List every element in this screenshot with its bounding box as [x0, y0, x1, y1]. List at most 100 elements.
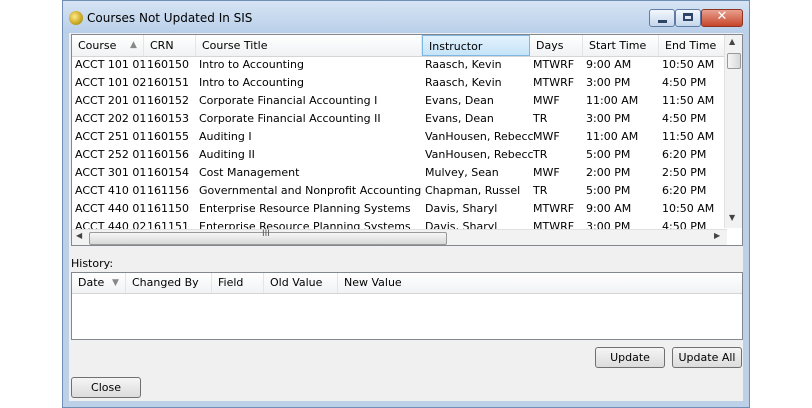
column-header-course[interactable]: Course ▲ [72, 35, 144, 56]
history-grid[interactable]: Date ▼ Changed By Field Old Value New Va… [71, 272, 743, 340]
column-header-instructor[interactable]: Instructor [422, 35, 530, 56]
horizontal-scrollbar[interactable]: ◀ III ▶ [72, 229, 727, 245]
cell-instructor: Evans, Dean [425, 94, 494, 107]
close-window-button[interactable]: ✕ [701, 9, 743, 27]
cell-days: MTWRF [533, 76, 575, 89]
history-label: History: [71, 257, 114, 270]
update-button[interactable]: Update [595, 347, 665, 368]
cell-course-title: Governmental and Nonprofit Accounting [199, 184, 422, 197]
cell-start-time: 5:00 PM [586, 148, 631, 161]
table-row[interactable]: ACCT 201 01 160152 Corporate Financial Acc… [72, 92, 732, 110]
cell-course: ACCT 252 01 [75, 148, 147, 161]
column-header-days[interactable]: Days [530, 35, 583, 56]
column-header-label: CRN [150, 39, 174, 52]
cell-days: MTWRF [533, 58, 575, 71]
cell-instructor: VanHousen, Rebecca [425, 148, 533, 161]
history-column-field[interactable]: Field [212, 273, 264, 293]
vertical-scroll-thumb[interactable] [727, 53, 741, 69]
column-header-end-time[interactable]: End Time [659, 35, 732, 56]
column-header-label: New Value [344, 276, 402, 289]
table-row[interactable]: ACCT 202 01 160153 Corporate Financial Acc… [72, 110, 732, 128]
table-row[interactable]: ACCT 252 01 160156 Auditing II VanHousen, R… [72, 146, 732, 164]
cell-course: ACCT 251 01 [75, 130, 147, 143]
cell-course: ACCT 202 01 [75, 112, 147, 125]
column-header-start-time[interactable]: Start Time [583, 35, 659, 56]
scroll-grip-icon: III [262, 229, 270, 239]
history-column-date[interactable]: Date ▼ [72, 273, 126, 293]
horizontal-scroll-thumb[interactable]: III [89, 229, 447, 245]
minimize-icon [658, 20, 667, 23]
table-row[interactable]: ACCT 410 01 161156 Governmental and Nonpro… [72, 182, 732, 200]
cell-course-title: Auditing I [199, 130, 252, 143]
column-header-crn[interactable]: CRN [144, 35, 196, 56]
cell-crn: 160151 [147, 76, 189, 89]
table-row[interactable]: ACCT 101 02 160151 Intro to Accounting Raas… [72, 74, 732, 92]
cell-crn: 160155 [147, 130, 189, 143]
cell-instructor: Evans, Dean [425, 112, 494, 125]
courses-grid[interactable]: Course ▲ CRN Course Title Instructor Day… [71, 34, 743, 246]
cell-course: ACCT 301 01 [75, 166, 147, 179]
table-row[interactable]: ACCT 440 01 161150 Enterprise Resource Pla… [72, 200, 732, 218]
cell-course-title: Corporate Financial Accounting I [199, 94, 378, 107]
window-title: Courses Not Updated In SIS [87, 11, 253, 25]
column-header-label: Old Value [270, 276, 323, 289]
app-icon [69, 11, 83, 25]
column-header-course-title[interactable]: Course Title [196, 35, 422, 56]
cell-crn: 160156 [147, 148, 189, 161]
table-row[interactable]: ACCT 251 01 160155 Auditing I VanHousen, Re… [72, 128, 732, 146]
cell-start-time: 3:00 PM [586, 112, 631, 125]
scroll-left-icon[interactable]: ◀ [76, 231, 82, 240]
column-header-label: Field [218, 276, 244, 289]
cell-crn: 160153 [147, 112, 189, 125]
cell-start-time: 3:00 PM [586, 76, 631, 89]
cell-days: MTWRF [533, 202, 575, 215]
maximize-button[interactable] [675, 9, 701, 27]
cell-start-time: 5:00 PM [586, 184, 631, 197]
history-column-new-value[interactable]: New Value [338, 273, 742, 293]
column-header-label: Start Time [589, 39, 647, 52]
sort-descending-icon: ▼ [112, 278, 119, 288]
scroll-down-icon[interactable]: ▼ [729, 213, 735, 222]
history-grid-header: Date ▼ Changed By Field Old Value New Va… [72, 273, 742, 294]
cell-days: TR [533, 112, 548, 125]
column-header-label: Changed By [132, 276, 199, 289]
cell-course: ACCT 101 02 [75, 76, 147, 89]
scroll-up-icon[interactable]: ▲ [729, 37, 735, 46]
minimize-button[interactable] [649, 9, 675, 27]
column-header-label: Course Title [202, 39, 268, 52]
cell-start-time: 9:00 AM [586, 58, 632, 71]
cell-crn: 160152 [147, 94, 189, 107]
cell-instructor: VanHousen, Rebecca [425, 130, 533, 143]
cell-days: TR [533, 184, 548, 197]
update-all-button[interactable]: Update All [672, 347, 742, 368]
title-bar[interactable]: Courses Not Updated In SIS ✕ [63, 1, 749, 33]
scroll-right-icon[interactable]: ▶ [714, 231, 720, 240]
cell-instructor: Mulvey, Sean [425, 166, 499, 179]
cell-crn: 160154 [147, 166, 189, 179]
cell-days: TR [533, 148, 548, 161]
cell-crn: 160150 [147, 58, 189, 71]
table-row[interactable]: ACCT 101 01 160150 Intro to Accounting Raas… [72, 56, 732, 74]
column-header-label: Days [536, 39, 564, 52]
history-column-changed-by[interactable]: Changed By [126, 273, 212, 293]
column-header-label: Date [78, 276, 105, 289]
table-row[interactable]: ACCT 301 01 160154 Cost Management Mulvey, … [72, 164, 732, 182]
history-column-old-value[interactable]: Old Value [264, 273, 338, 293]
cell-course: ACCT 201 01 [75, 94, 147, 107]
cell-start-time: 9:00 AM [586, 202, 632, 215]
vertical-scrollbar[interactable]: ▲ ▼ [724, 35, 742, 228]
cell-course: ACCT 440 01 [75, 202, 147, 215]
cell-start-time: 11:00 AM [586, 130, 639, 143]
window-client-area: Course ▲ CRN Course Title Instructor Day… [69, 33, 743, 401]
cell-start-time: 11:00 AM [586, 94, 639, 107]
cell-crn: 161150 [147, 202, 189, 215]
cell-course-title: Cost Management [199, 166, 300, 179]
close-button[interactable]: Close [71, 377, 141, 398]
cell-course: ACCT 410 01 [75, 184, 147, 197]
column-header-label: Course [78, 39, 117, 52]
maximize-icon [683, 13, 693, 21]
close-icon: ✕ [716, 9, 728, 24]
sort-ascending-icon: ▲ [130, 40, 137, 50]
cell-course: ACCT 101 01 [75, 58, 147, 71]
cell-instructor: Chapman, Russel [425, 184, 521, 197]
